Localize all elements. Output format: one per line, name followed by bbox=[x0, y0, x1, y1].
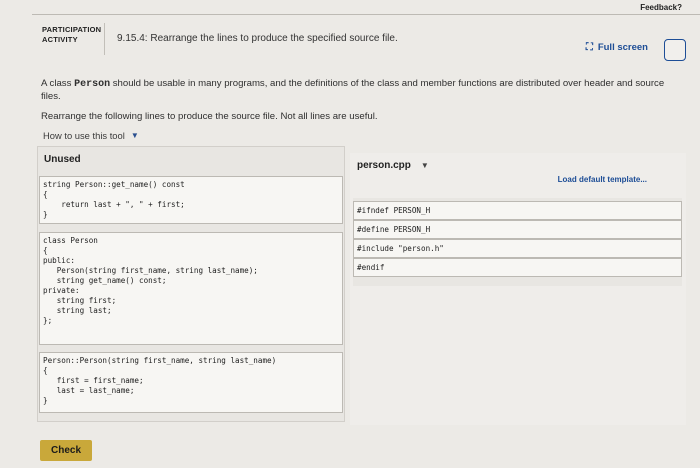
how-to-use-label: How to use this tool bbox=[43, 130, 125, 141]
code-line: public: bbox=[43, 256, 76, 265]
description-text-end: should be usable in many programs, and t… bbox=[41, 78, 665, 102]
source-file-area bbox=[350, 153, 686, 425]
code-line: { bbox=[43, 190, 48, 199]
fullscreen-label: Full screen bbox=[597, 42, 648, 53]
code-line: last = last_name; bbox=[43, 386, 135, 395]
unused-code-block[interactable]: class Person{public: Person(string first… bbox=[39, 232, 343, 345]
code-line: string Person::get_name() const bbox=[43, 180, 185, 189]
check-button[interactable]: Check bbox=[40, 440, 92, 461]
code-line: { bbox=[43, 246, 48, 255]
chevron-down-icon: ▼ bbox=[130, 131, 139, 140]
unused-code-block[interactable]: string Person::get_name() const{ return … bbox=[39, 176, 343, 224]
code-line: Person(string first_name, string last_na… bbox=[43, 266, 258, 275]
header-divider bbox=[104, 23, 105, 55]
target-code-line[interactable]: #ifndef PERSON_H bbox=[353, 201, 682, 220]
code-line: string last; bbox=[43, 306, 112, 315]
target-code-line[interactable]: #endif bbox=[353, 258, 682, 277]
activity-label-line2: ACTIVITY bbox=[42, 35, 78, 44]
chevron-down-icon: ▼ bbox=[420, 161, 429, 170]
activity-label-line1: PARTICIPATION bbox=[42, 25, 102, 34]
description-text-start: A class bbox=[41, 78, 75, 89]
activity-description: A class Person should be usable in many … bbox=[41, 78, 686, 103]
activity-title: 9.15.4: Rearrange the lines to produce t… bbox=[117, 33, 398, 44]
code-line: } bbox=[43, 210, 48, 219]
code-line: } bbox=[43, 396, 48, 405]
code-line: }; bbox=[43, 316, 53, 325]
instruction-text: Rearrange the following lines to produce… bbox=[41, 111, 378, 122]
target-code-line[interactable]: #include "person.h" bbox=[353, 239, 682, 258]
code-line: Person::Person(string first_name, string… bbox=[43, 356, 277, 365]
unused-panel-title: Unused bbox=[44, 154, 81, 165]
target-code-line[interactable]: #define PERSON_H bbox=[353, 220, 682, 239]
code-line: string get_name() const; bbox=[43, 276, 167, 285]
code-line: string first; bbox=[43, 296, 117, 305]
load-default-template-link[interactable]: Load default template... bbox=[558, 175, 647, 184]
description-code: Person bbox=[74, 79, 111, 90]
target-code-panel: #ifndef PERSON_H #define PERSON_H #inclu… bbox=[353, 198, 682, 286]
file-selector-dropdown[interactable]: person.cpp ▼ bbox=[357, 160, 429, 171]
code-line: private: bbox=[43, 286, 80, 295]
code-line: first = first_name; bbox=[43, 376, 144, 385]
activity-header: PARTICIPATION ACTIVITY 9.15.4: Rearrange… bbox=[32, 14, 700, 62]
code-line: class Person bbox=[43, 236, 98, 245]
file-name-label: person.cpp bbox=[357, 160, 411, 171]
fullscreen-button[interactable]: ⛶ Full screen bbox=[586, 42, 648, 53]
feedback-link[interactable]: Feedback? bbox=[640, 3, 682, 12]
code-line: return last + ", " + first; bbox=[43, 200, 185, 209]
completion-checkbox bbox=[664, 39, 686, 61]
how-to-use-toggle[interactable]: How to use this tool ▼ bbox=[43, 130, 139, 141]
expand-icon: ⛶ bbox=[585, 42, 593, 53]
code-line: { bbox=[43, 366, 48, 375]
unused-code-block[interactable]: Person::Person(string first_name, string… bbox=[39, 352, 343, 413]
